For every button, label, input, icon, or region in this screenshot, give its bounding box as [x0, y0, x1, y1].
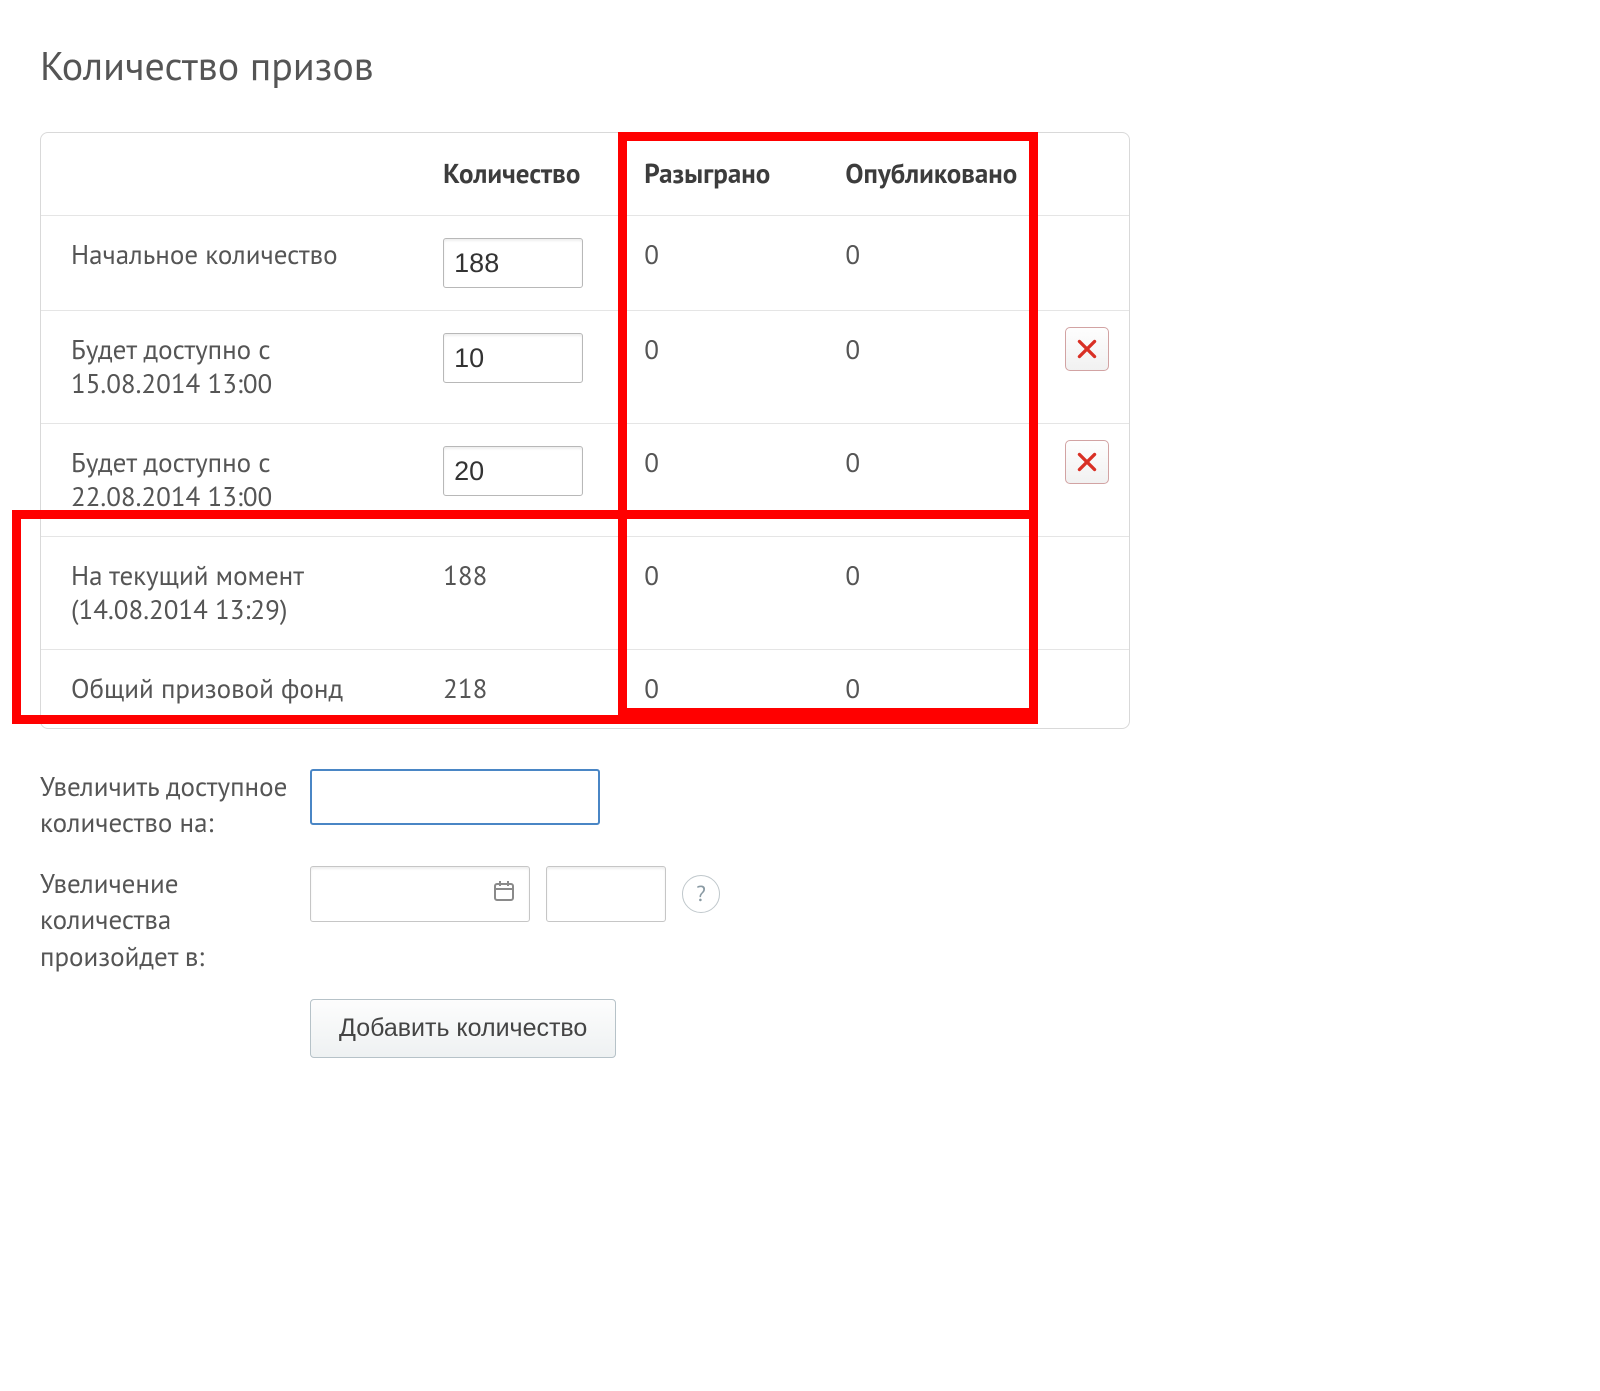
help-icon[interactable]: ? — [682, 875, 720, 913]
increase-amount-label: Увеличить доступное количество на: — [40, 769, 310, 842]
table-row: Будет доступно с 15.08.2014 13:00 0 0 — [41, 311, 1129, 424]
row-label: Будет доступно с 15.08.2014 13:00 — [41, 311, 423, 424]
increase-amount-input[interactable] — [310, 769, 600, 825]
table-row: Общий призовой фонд 218 0 0 — [41, 650, 1129, 729]
add-quantity-button[interactable]: Добавить количество — [310, 999, 616, 1058]
delete-row-button[interactable] — [1065, 440, 1109, 484]
row-published: 0 — [825, 424, 1038, 537]
col-header-label — [41, 133, 423, 216]
col-header-actions — [1038, 133, 1129, 216]
close-icon — [1074, 449, 1100, 475]
quantity-input[interactable] — [443, 446, 583, 496]
row-published: 0 — [825, 537, 1038, 650]
row-label: Будет доступно с 22.08.2014 13:00 — [41, 424, 423, 537]
row-label: На текущий момент (14.08.2014 13:29) — [41, 537, 423, 650]
row-published: 0 — [825, 216, 1038, 311]
table-header-row: Количество Разыграно Опубликовано — [41, 133, 1129, 216]
row-quantity: 218 — [423, 650, 624, 729]
prizes-table: Количество Разыграно Опубликовано Началь… — [40, 132, 1130, 729]
row-published: 0 — [825, 650, 1038, 729]
col-header-published: Опубликовано — [825, 133, 1038, 216]
table-row: На текущий момент (14.08.2014 13:29) 188… — [41, 537, 1129, 650]
col-header-quantity: Количество — [423, 133, 624, 216]
section-title: Количество призов — [40, 40, 1560, 92]
increase-date-input[interactable] — [310, 866, 530, 922]
increase-time-input[interactable] — [546, 866, 666, 922]
col-header-drawn: Разыграно — [624, 133, 825, 216]
row-drawn: 0 — [624, 537, 825, 650]
row-quantity: 188 — [423, 537, 624, 650]
row-drawn: 0 — [624, 311, 825, 424]
increase-schedule-label: Увеличение количества произойдет в: — [40, 866, 310, 975]
row-drawn: 0 — [624, 650, 825, 729]
row-drawn: 0 — [624, 424, 825, 537]
close-icon — [1074, 336, 1100, 362]
row-label: Начальное количество — [41, 216, 423, 311]
quantity-input[interactable] — [443, 238, 583, 288]
delete-row-button[interactable] — [1065, 327, 1109, 371]
row-drawn: 0 — [624, 216, 825, 311]
quantity-input[interactable] — [443, 333, 583, 383]
row-label: Общий призовой фонд — [41, 650, 423, 729]
table-row: Будет доступно с 22.08.2014 13:00 0 0 — [41, 424, 1129, 537]
row-published: 0 — [825, 311, 1038, 424]
table-row: Начальное количество 0 0 — [41, 216, 1129, 311]
